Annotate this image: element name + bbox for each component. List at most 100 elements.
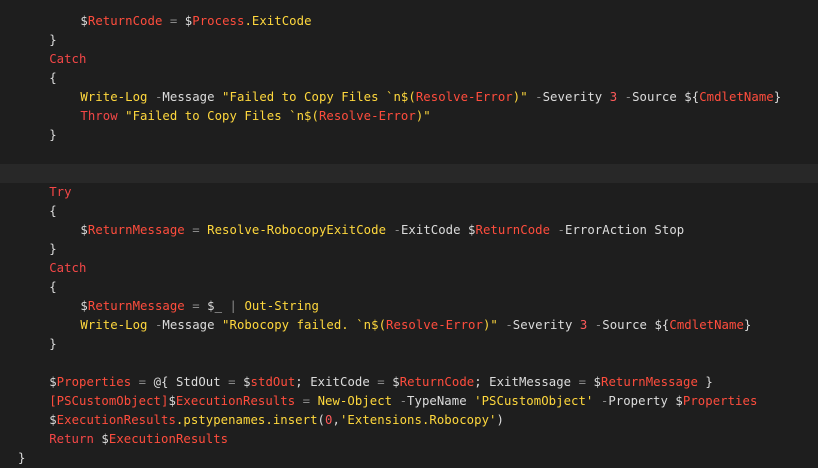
code-line[interactable]	[0, 145, 818, 164]
code-token: ${	[684, 90, 700, 104]
code-line[interactable]: }	[0, 449, 818, 468]
code-token: =	[578, 375, 587, 389]
code-token: }	[49, 33, 57, 47]
code-token: =	[228, 375, 236, 389]
code-line[interactable]: $ReturnMessage = $_ | Out-String	[0, 297, 818, 316]
code-token: Resolve-Error	[415, 90, 513, 104]
code-line[interactable]	[0, 354, 818, 373]
code-token: -	[550, 223, 565, 237]
code-token: }	[743, 318, 752, 332]
code-line[interactable]: Throw "Failed to Copy Files `n$(Resolve-…	[0, 107, 818, 126]
code-token: =	[377, 375, 385, 389]
code-token: -	[392, 394, 408, 408]
code-token: Severity	[542, 90, 610, 104]
code-line[interactable]: $ReturnCode = $Process.ExitCode	[0, 12, 818, 31]
code-token: Catch	[49, 52, 87, 66]
code-token: "Robocopy failed. `n$(	[222, 318, 387, 332]
code-token: |	[222, 299, 245, 313]
code-token: Source	[602, 318, 655, 332]
code-token: Message	[162, 90, 223, 104]
code-line[interactable]: }	[0, 31, 818, 50]
code-token: ReturnCode	[399, 375, 475, 389]
code-token: ReturnMessage	[87, 299, 185, 313]
code-line[interactable]: $ReturnMessage = Resolve-RobocopyExitCod…	[0, 221, 818, 240]
code-token: =	[184, 223, 208, 237]
code-token: ReturnMessage	[87, 223, 185, 237]
code-line[interactable]: Write-Log -Message "Failed to Copy Files…	[0, 88, 818, 107]
code-token: Source	[632, 90, 685, 104]
code-token: CmdletName	[669, 318, 744, 332]
code-line[interactable]: }	[0, 126, 818, 145]
code-token: $	[593, 375, 601, 389]
code-token: )"	[512, 90, 528, 104]
code-token: -	[617, 90, 633, 104]
code-token: ,	[332, 413, 340, 427]
code-token: (	[317, 413, 326, 427]
code-token: }	[49, 242, 57, 256]
code-token: [PSCustomObject]	[49, 394, 169, 408]
code-token: ReturnMessage	[601, 375, 698, 389]
code-line[interactable]: [PSCustomObject]$ExecutionResults = New-…	[0, 392, 818, 411]
code-token: $	[168, 394, 176, 408]
code-token: Resolve-Error	[318, 109, 416, 123]
code-token: .ExitCode	[244, 14, 312, 28]
code-token: -	[587, 318, 603, 332]
code-token: ExecutionResults	[56, 413, 176, 427]
code-token: =	[131, 375, 154, 389]
code-line[interactable]	[0, 164, 818, 183]
code-token: $	[80, 14, 88, 28]
code-token: ; ExitMessage	[474, 375, 579, 389]
code-token: ; ExitCode	[295, 375, 378, 389]
code-token: Catch	[49, 261, 87, 275]
code-line[interactable]: }	[0, 335, 818, 354]
code-token: ErrorAction Stop	[564, 223, 685, 237]
code-line[interactable]: }	[0, 240, 818, 259]
code-token: =	[162, 14, 185, 28]
code-token: Resolve-RobocopyExitCode	[207, 223, 387, 237]
code-line[interactable]: $ExecutionResults.pstypenames.insert(0,'…	[0, 411, 818, 430]
code-token: Return	[49, 432, 94, 446]
code-token: "Failed to Copy Files `n$(	[125, 109, 319, 123]
code-token: =	[184, 299, 208, 313]
code-line[interactable]: Try	[0, 183, 818, 202]
code-editor[interactable]: $ReturnCode = $Process.ExitCode} Catch{Wr…	[0, 0, 818, 465]
code-token: ExitCode	[400, 223, 469, 237]
code-token: Write-Log	[80, 90, 148, 104]
code-token: ${	[654, 318, 670, 332]
code-token: -	[147, 90, 163, 104]
code-token: $_	[207, 299, 223, 313]
code-token: )	[496, 413, 504, 427]
code-token: Write-Log	[80, 318, 148, 332]
code-token: =	[295, 394, 318, 408]
code-token: ReturnCode	[87, 14, 163, 28]
code-token: stdOut	[250, 375, 296, 389]
code-token: -	[593, 394, 609, 408]
code-token: Resolve-Error	[386, 318, 483, 332]
code-line[interactable]: {	[0, 69, 818, 88]
code-token: Message	[162, 318, 223, 332]
code-token: Process	[192, 14, 245, 28]
code-token: @{	[153, 375, 169, 389]
code-line[interactable]: Write-Log - Message "Robocopy failed. `n$…	[0, 316, 818, 335]
code-token: Throw	[80, 109, 118, 123]
code-token: Try	[49, 185, 72, 199]
code-token: }	[773, 90, 782, 104]
code-token: }	[49, 128, 57, 142]
code-token: Severity	[512, 318, 580, 332]
code-token: $	[49, 375, 57, 389]
code-line[interactable]: {	[0, 202, 818, 221]
code-token: $	[392, 375, 400, 389]
code-token: )"	[482, 318, 498, 332]
code-token: .pstypenames.insert	[175, 413, 318, 427]
code-token: $	[675, 394, 683, 408]
code-token: StdOut	[168, 375, 229, 389]
code-line[interactable]: Catch	[0, 50, 818, 69]
code-line[interactable]: $Properties = @{ StdOut = $stdOut; ExitC…	[0, 373, 818, 392]
code-token: $	[243, 375, 251, 389]
code-line[interactable]: Catch	[0, 259, 818, 278]
code-line[interactable]: Return $ExecutionResults	[0, 430, 818, 449]
code-token: Property	[608, 394, 676, 408]
code-token: }	[49, 337, 57, 351]
code-line[interactable]: {	[0, 278, 818, 297]
